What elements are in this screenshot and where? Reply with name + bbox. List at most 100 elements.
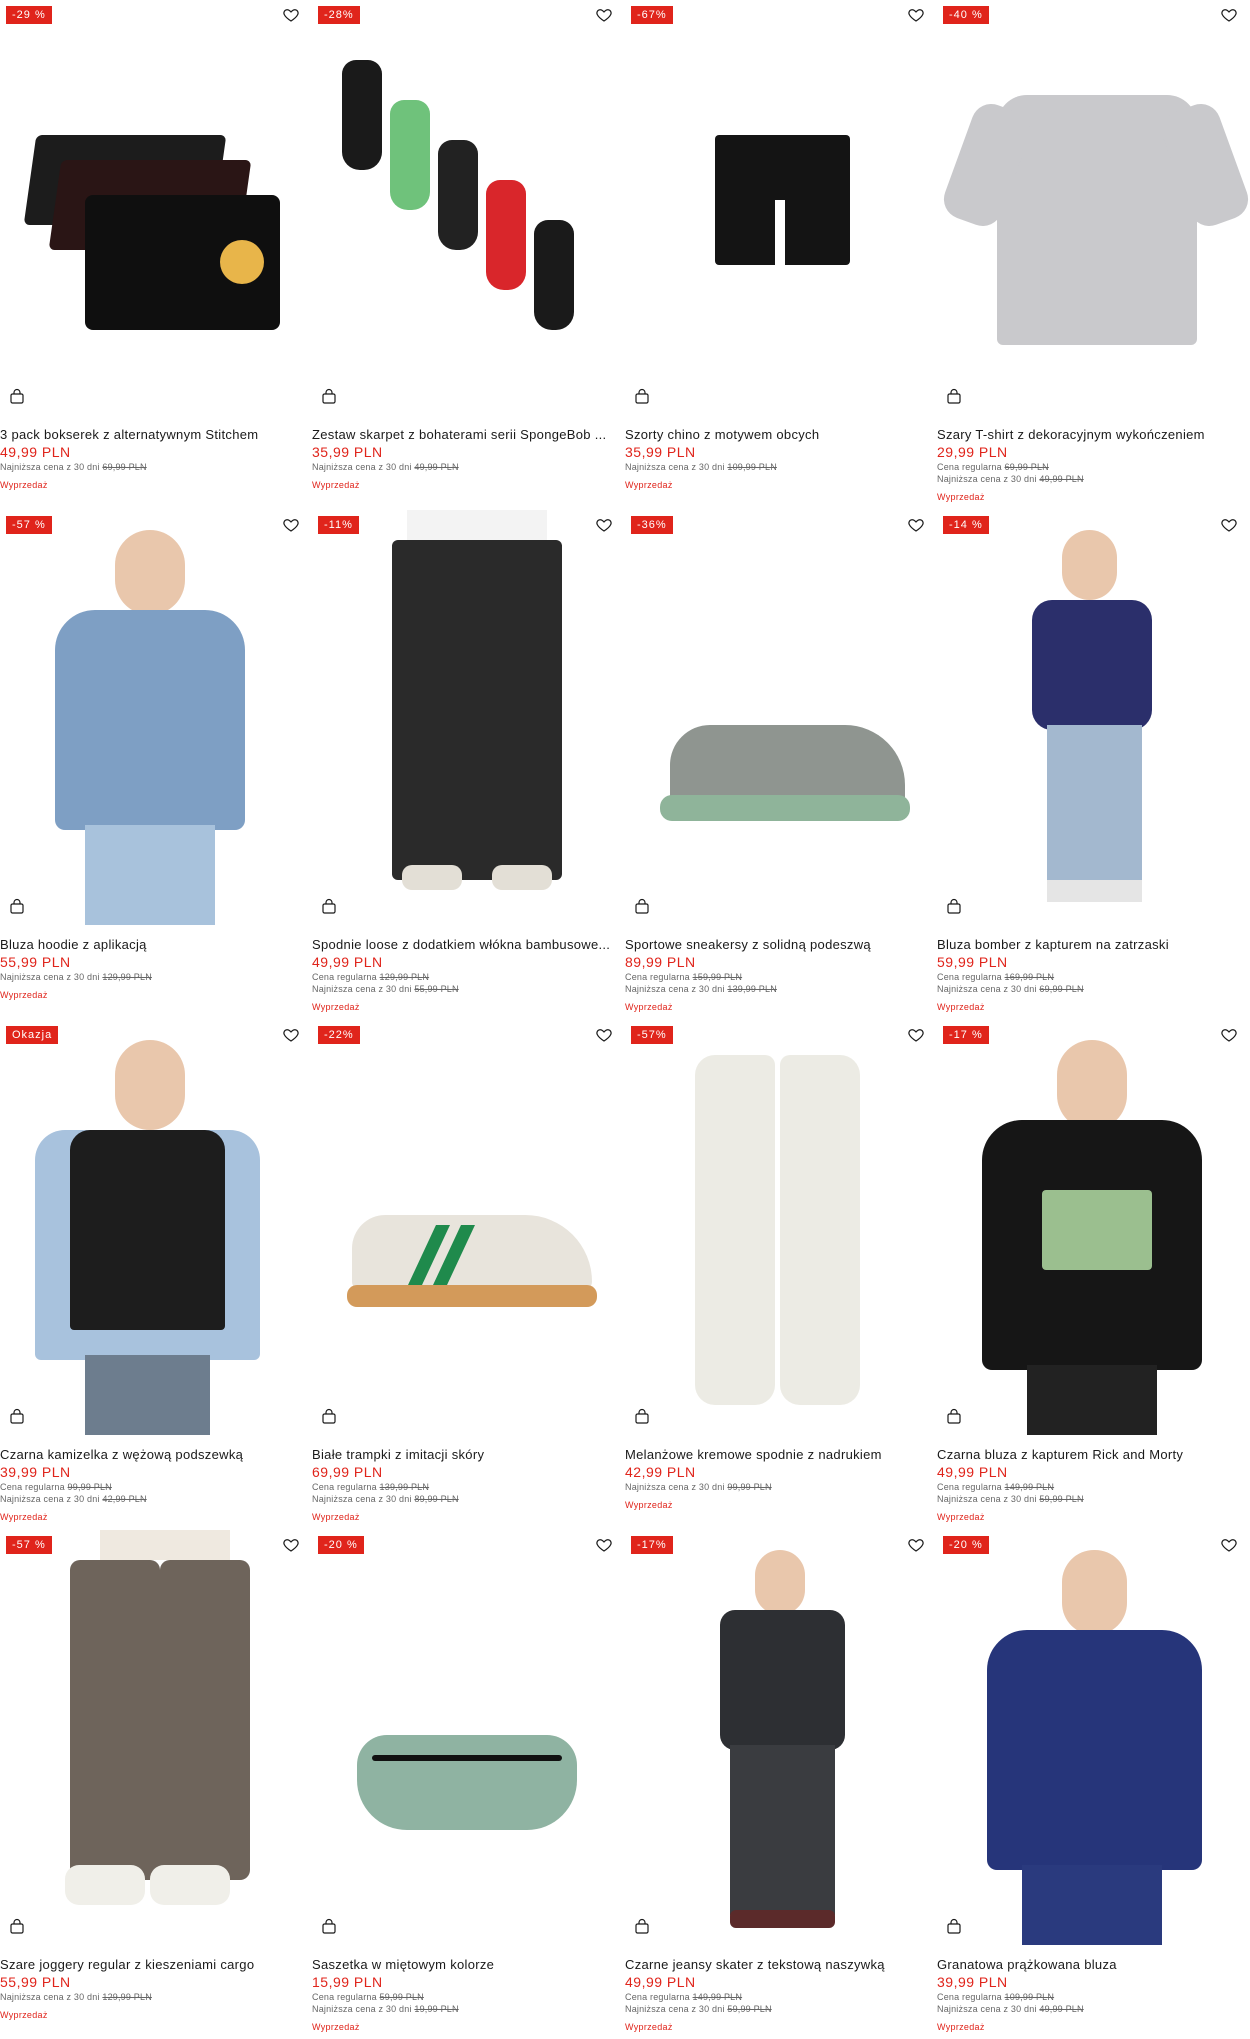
lowest-price-label: Najniższa cena z 30 dni [625,2004,725,2014]
product-info: Zestaw skarpet z bohaterami serii Sponge… [312,426,621,491]
product-card[interactable]: -20 % Saszetka w miętowym kolorze 15,99 … [312,1530,625,2039]
product-card[interactable]: -67% Szorty chino z motywem obcych 35,99… [625,0,937,510]
product-name[interactable]: Zestaw skarpet z bohaterami serii Sponge… [312,426,621,443]
product-name[interactable]: Granatowa prążkowana bluza [937,1956,1246,1973]
heart-icon[interactable] [282,6,300,24]
product-name[interactable]: Czarne jeansy skater z tekstową naszywką [625,1956,933,1973]
shopping-bag-icon[interactable] [8,898,26,916]
regular-price-label: Cena regularna [937,1482,1002,1492]
heart-icon[interactable] [1220,1536,1238,1554]
product-image[interactable] [0,1530,312,1945]
product-price: 29,99 PLN [937,444,1008,460]
regular-price-line: Cena regularna 129,99 PLN [312,971,621,983]
heart-icon[interactable] [907,6,925,24]
product-name[interactable]: Białe trampki z imitacji skóry [312,1446,621,1463]
product-image[interactable] [625,1530,937,1945]
product-card[interactable]: -28% Zestaw skarpet z bohaterami serii S… [312,0,625,510]
heart-icon[interactable] [907,1026,925,1044]
shopping-bag-icon[interactable] [320,388,338,406]
shopping-bag-icon[interactable] [320,898,338,916]
heart-icon[interactable] [1220,516,1238,534]
product-card[interactable]: -57 % Bluza hoodie z aplikacją 55,99 PLN… [0,510,312,1020]
shopping-bag-icon[interactable] [8,1918,26,1936]
lowest-price-label: Najniższa cena z 30 dni [312,2004,412,2014]
product-info: Saszetka w miętowym kolorze 15,99 PLN Ce… [312,1956,621,2033]
shopping-bag-icon[interactable] [633,1408,651,1426]
product-card[interactable]: -11% Spodnie loose z dodatkiem włókna ba… [312,510,625,1020]
product-card[interactable]: Okazja Czarna kamizelka z wężową podszew… [0,1020,312,1530]
heart-icon[interactable] [282,1026,300,1044]
shopping-bag-icon[interactable] [633,388,651,406]
product-image[interactable] [625,1020,937,1435]
heart-icon[interactable] [595,516,613,534]
product-card[interactable]: -20 % Granatowa prążkowana bluza 39,99 P… [937,1530,1250,2039]
lowest-price-value: 55,99 PLN [414,984,459,994]
product-info: Czarne jeansy skater z tekstową naszywką… [625,1956,933,2033]
heart-icon[interactable] [595,6,613,24]
lowest-price-label: Najniższa cena z 30 dni [0,972,100,982]
shopping-bag-icon[interactable] [320,1408,338,1426]
product-name[interactable]: Szary T-shirt z dekoracyjnym wykończenie… [937,426,1246,443]
product-name[interactable]: Saszetka w miętowym kolorze [312,1956,621,1973]
product-card[interactable]: -14 % Bluza bomber z kapturem na zatrzas… [937,510,1250,1020]
product-image[interactable] [312,1020,625,1435]
product-name[interactable]: Czarna bluza z kapturem Rick and Morty [937,1446,1246,1463]
product-price: 15,99 PLN [312,1974,383,1990]
product-name[interactable]: Szare joggery regular z kieszeniami carg… [0,1956,308,1973]
product-image[interactable] [312,1530,625,1945]
product-image[interactable] [0,0,312,415]
heart-icon[interactable] [1220,1026,1238,1044]
shopping-bag-icon[interactable] [320,1918,338,1936]
product-card[interactable]: -40 % Szary T-shirt z dekoracyjnym wykoń… [937,0,1250,510]
discount-badge: -67% [631,6,673,24]
heart-icon[interactable] [1220,6,1238,24]
product-name[interactable]: Bluza bomber z kapturem na zatrzaski [937,936,1246,953]
heart-icon[interactable] [282,516,300,534]
product-photo [625,510,937,925]
product-price: 55,99 PLN [0,1974,71,1990]
product-name[interactable]: Bluza hoodie z aplikacją [0,936,308,953]
product-name[interactable]: Spodnie loose z dodatkiem włókna bambuso… [312,936,621,953]
product-image[interactable] [937,0,1250,415]
sale-tag: Wyprzedaż [625,1002,673,1012]
shopping-bag-icon[interactable] [945,1918,963,1936]
product-price: 42,99 PLN [625,1464,696,1480]
product-card[interactable]: -22% Białe trampki z imitacji skóry 69,9… [312,1020,625,1530]
product-card[interactable]: -29 % 3 pack bokserek z alternatywnym St… [0,0,312,510]
product-image[interactable] [625,0,937,415]
shopping-bag-icon[interactable] [945,1408,963,1426]
product-name[interactable]: Czarna kamizelka z wężową podszewką [0,1446,308,1463]
product-image[interactable] [0,510,312,925]
heart-icon[interactable] [595,1026,613,1044]
shopping-bag-icon[interactable] [8,1408,26,1426]
heart-icon[interactable] [282,1536,300,1554]
product-image[interactable] [625,510,937,925]
lowest-price-label: Najniższa cena z 30 dni [625,462,725,472]
regular-price-value: 169,99 PLN [1004,972,1055,982]
product-name[interactable]: Sportowe sneakersy z solidną podeszwą [625,936,933,953]
product-image[interactable] [937,1020,1250,1435]
shopping-bag-icon[interactable] [633,1918,651,1936]
product-card[interactable]: -17 % Czarna bluza z kapturem Rick and M… [937,1020,1250,1530]
discount-badge: -36% [631,516,673,534]
product-image[interactable] [937,510,1250,925]
shopping-bag-icon[interactable] [633,898,651,916]
product-card[interactable]: -17% Czarne jeansy skater z tekstową nas… [625,1530,937,2039]
product-image[interactable] [937,1530,1250,1945]
product-name[interactable]: Szorty chino z motywem obcych [625,426,933,443]
shopping-bag-icon[interactable] [8,388,26,406]
product-image[interactable] [312,510,625,925]
heart-icon[interactable] [907,1536,925,1554]
shopping-bag-icon[interactable] [945,898,963,916]
shopping-bag-icon[interactable] [945,388,963,406]
regular-price-value: 149,99 PLN [1004,1482,1055,1492]
heart-icon[interactable] [907,516,925,534]
product-name[interactable]: 3 pack bokserek z alternatywnym Stitchem [0,426,308,443]
product-name[interactable]: Melanżowe kremowe spodnie z nadrukiem [625,1446,933,1463]
product-card[interactable]: -57 % Szare joggery regular z kieszeniam… [0,1530,312,2039]
heart-icon[interactable] [595,1536,613,1554]
product-card[interactable]: -36% Sportowe sneakersy z solidną podesz… [625,510,937,1020]
product-image[interactable] [0,1020,312,1435]
product-image[interactable] [312,0,625,415]
product-card[interactable]: -57% Melanżowe kremowe spodnie z nadruki… [625,1020,937,1530]
